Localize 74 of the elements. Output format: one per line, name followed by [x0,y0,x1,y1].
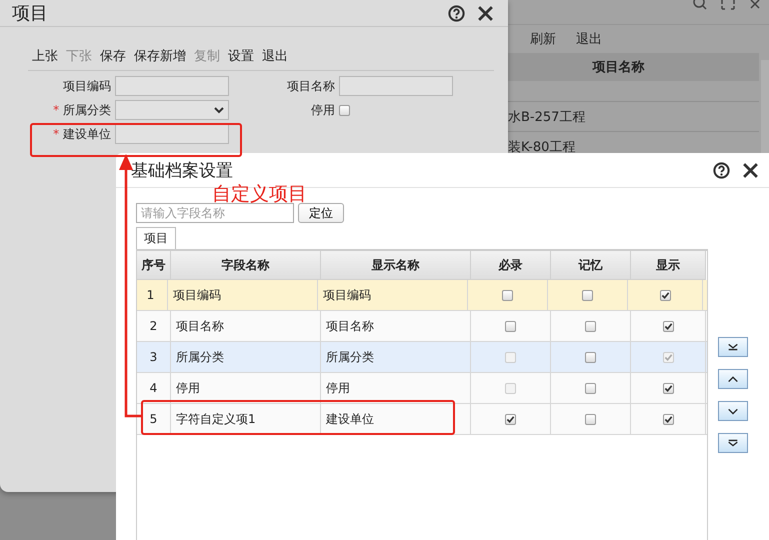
chevron-down-icon [214,106,224,114]
table-row[interactable]: 3 所属分类 所属分类 [137,342,707,373]
chevron-bottom-icon [727,439,739,447]
table-row[interactable]: 2 项目名称 项目名称 [137,311,707,342]
checkbox[interactable] [585,320,596,332]
column-header: 项目名称 [592,59,644,76]
checkbox[interactable] [585,414,596,424]
table-cell: 项目名称 [321,311,471,341]
locate-button[interactable]: 定位 [298,203,344,223]
chevron-top-icon [727,343,739,351]
column-header: 显示名称 [321,251,471,280]
table-cell: 所属分类 [171,342,321,372]
toolbar-button[interactable]: 保存新增 [134,47,186,65]
column-header: 显示 [631,251,706,280]
checkbox[interactable] [505,320,516,332]
toolbar-button[interactable]: 刷新 [530,30,556,48]
table-cell-text: 水B-257工程 [508,108,586,126]
field-label: * 建设单位 [52,126,112,142]
table-cell: 项目名称 [171,311,321,341]
table-cell: 4 [137,373,171,403]
search-icon[interactable] [693,0,707,10]
fullscreen-icon[interactable] [721,0,735,10]
table-row[interactable]: 4 停用 停用 [137,373,707,404]
column-header: 记忆 [551,251,631,280]
column-header: 序号 [137,251,171,280]
table-cell: 项目编码 [168,280,318,310]
checkbox[interactable] [505,414,516,424]
toolbar-button[interactable]: 退出 [262,47,288,65]
column-header: 字段名称 [171,251,321,280]
table-cell: 停用 [321,373,471,403]
table-cell: 3 [137,342,171,372]
table-cell: 2 [137,311,171,341]
checkbox[interactable] [502,290,513,300]
move-up-button[interactable] [718,369,748,389]
table-row[interactable]: 5 字符自定义项1 建设单位 [137,404,707,435]
help-icon[interactable] [448,4,465,22]
input-field[interactable] [115,76,229,96]
chevron-up-icon [727,375,739,383]
field-label: * 所属分类 [52,102,112,118]
table-cell: 停用 [171,373,321,403]
checkbox[interactable] [662,414,674,424]
chevron-down-icon [727,407,739,415]
toolbar-button[interactable]: 设置 [228,47,254,65]
field-label: 项目名称 [286,78,336,94]
column-header: 必录 [471,251,551,280]
field-label: 停用 [310,102,336,118]
close-icon[interactable] [742,162,759,178]
checkbox[interactable] [660,290,670,300]
checkbox[interactable] [585,352,596,362]
move-down-button[interactable] [718,401,748,421]
dialog-title: 基础档案设置 [131,160,234,182]
input-field[interactable] [115,124,229,144]
close-icon[interactable] [477,4,494,22]
dialog-title: 项目 [12,2,49,25]
toolbar-button[interactable]: 退出 [576,30,602,48]
table-cell: 所属分类 [321,342,471,372]
table-row[interactable]: 1 项目编码 项目编码 [137,280,707,311]
table-cell-text: 装K-80工程 [508,138,576,156]
checkbox[interactable] [585,382,596,394]
input-field[interactable] [339,76,453,96]
move-bottom-button[interactable] [718,433,748,453]
field-label: 项目编码 [62,78,112,94]
help-icon[interactable] [713,162,730,178]
table-cell: 项目编码 [318,280,468,310]
checkbox[interactable] [662,320,674,332]
checkbox[interactable] [662,382,674,394]
checkbox[interactable] [582,290,593,300]
search-field[interactable]: 请输入字段名称 [136,203,294,223]
checkbox[interactable] [339,104,350,116]
table-cell: 1 [134,280,168,310]
tab[interactable]: 项目 [136,227,176,249]
toolbar-button[interactable]: 保存 [100,47,126,65]
toolbar-button[interactable]: 上张 [32,47,58,65]
move-top-button[interactable] [718,337,748,357]
